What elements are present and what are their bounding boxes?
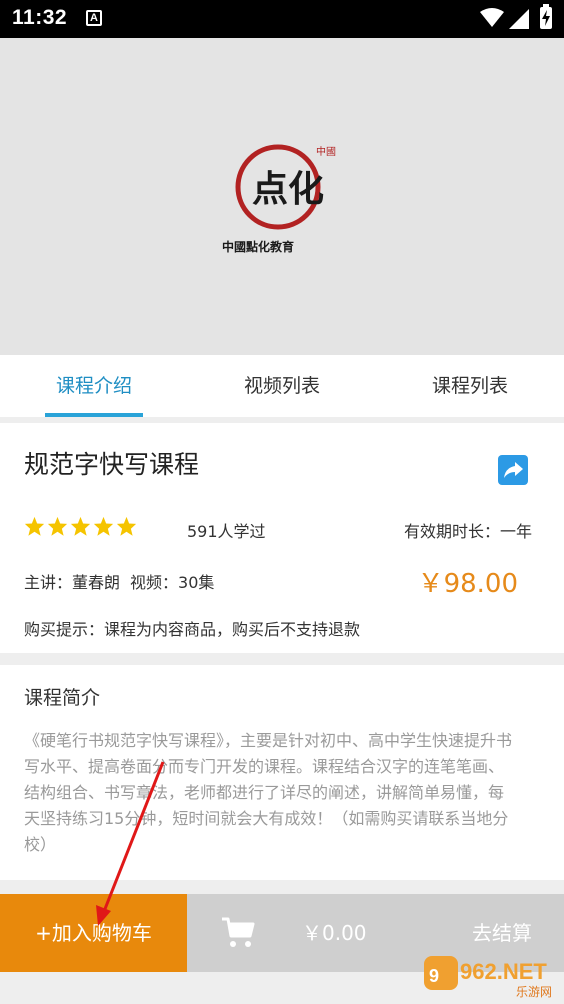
tab-course-list[interactable]: 课程列表 xyxy=(376,355,564,417)
logo-seal-text: 中國 xyxy=(316,145,336,158)
logo-caption: 中國點化教育 xyxy=(222,239,294,254)
cart-total: ￥0.00 xyxy=(302,921,367,945)
signal-icon xyxy=(509,9,529,29)
logo-main-text: 点化 xyxy=(252,168,324,210)
star-icon xyxy=(93,516,114,536)
status-time: 11:32 xyxy=(12,6,68,29)
tab-course-intro[interactable]: 课程介绍 xyxy=(0,355,188,417)
learner-count: 591人学过 xyxy=(187,522,266,541)
star-icon xyxy=(116,516,137,536)
validity-period: 有效期时长：一年 xyxy=(403,522,532,541)
wifi-icon xyxy=(480,8,504,27)
course-info-card: 规范字快写课程 591人学过 有效期时长：一年 主讲：董春朗 视频：30集 ￥98… xyxy=(0,423,564,653)
teacher-video-info: 主讲：董春朗 视频：30集 xyxy=(24,569,214,593)
course-cover-image: 点化 中國 中國點化教育 xyxy=(0,38,564,355)
course-price: ￥98.00 xyxy=(417,569,518,599)
watermark-sub: 乐游网 xyxy=(516,985,552,999)
star-icon xyxy=(24,516,45,536)
purchase-tip: 购买提示：课程为内容商品，购买后不支持退款 xyxy=(24,620,361,639)
star-icon xyxy=(70,516,91,536)
watermark-logo: 9 962.NET 乐游网 xyxy=(424,956,552,999)
svg-text:9: 9 xyxy=(429,966,439,986)
tab-video-list[interactable]: 视频列表 xyxy=(188,355,376,417)
notification-a-icon: A xyxy=(86,10,102,26)
course-tabs: 课程介绍 视频列表 课程列表 xyxy=(0,355,564,417)
cart-icon[interactable] xyxy=(220,916,256,950)
status-bar: 11:32 A xyxy=(0,0,564,38)
intro-title: 课程简介 xyxy=(24,687,101,709)
watermark-brand: 962.NET xyxy=(460,959,547,984)
share-button[interactable] xyxy=(498,455,528,485)
course-intro-section: 课程简介 《硬笔行书规范字快写课程》，主要是针对初中、高中学生快速提升书写水平、… xyxy=(0,665,564,880)
dianhua-seal-logo-icon: 点化 中國 中國點化教育 xyxy=(222,144,336,254)
star-icon xyxy=(47,516,68,536)
share-icon xyxy=(504,462,523,478)
add-to-cart-button[interactable]: +加入购物车 xyxy=(0,894,187,972)
course-title: 规范字快写课程 xyxy=(24,450,200,479)
battery-icon xyxy=(540,4,552,29)
teacher-label: 主讲：董春朗 xyxy=(24,573,121,592)
video-count-label: 视频：30集 xyxy=(130,573,215,592)
rating-stars xyxy=(24,516,137,537)
intro-text: 《硬笔行书规范字快写课程》，主要是针对初中、高中学生快速提升书写水平、提高卷面分… xyxy=(24,731,513,854)
